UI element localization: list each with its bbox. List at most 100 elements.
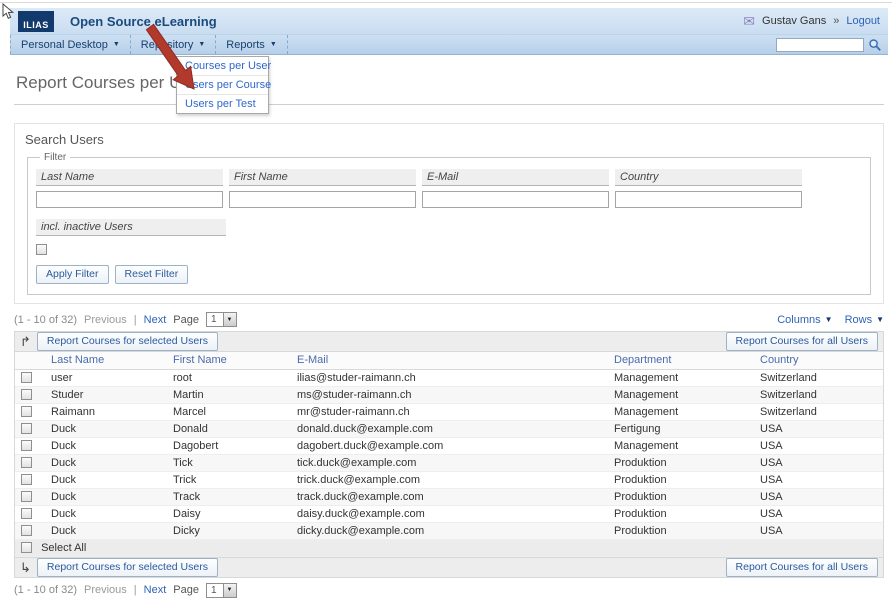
column-header-last-name[interactable]: Last Name bbox=[45, 352, 167, 369]
apply-filter-button[interactable]: Apply Filter bbox=[36, 265, 109, 284]
row-checkbox[interactable] bbox=[21, 372, 32, 383]
nav-tab-reports[interactable]: Reports ▼ bbox=[216, 35, 287, 54]
nav-tab-personal-desktop[interactable]: Personal Desktop ▼ bbox=[10, 35, 131, 54]
filter-field-last-name: Last Name bbox=[36, 169, 223, 208]
column-header-email[interactable]: E-Mail bbox=[291, 352, 608, 369]
view-controls: Columns ▼ Rows ▼ bbox=[777, 314, 884, 326]
result-range: (1 - 10 of 32) bbox=[14, 314, 77, 326]
menu-item-users-per-test[interactable]: Users per Test bbox=[177, 95, 268, 113]
report-all-users-button-top[interactable]: Report Courses for all Users bbox=[726, 332, 878, 351]
cell-last-name: Duck bbox=[45, 471, 167, 488]
cell-department: Produktion bbox=[608, 454, 754, 471]
row-checkbox[interactable] bbox=[21, 508, 32, 519]
ilias-logo[interactable]: ILIAS bbox=[18, 11, 54, 32]
cell-country: USA bbox=[754, 471, 883, 488]
chevron-down-icon: ▼ bbox=[223, 584, 236, 597]
cell-department: Management bbox=[608, 369, 754, 386]
cell-country: Switzerland bbox=[754, 403, 883, 420]
report-all-users-button-bottom[interactable]: Report Courses for all Users bbox=[726, 558, 878, 577]
table-row: Duck Dicky dicky.duck@example.com Produk… bbox=[15, 522, 883, 539]
filter-field-first-name: First Name bbox=[229, 169, 416, 208]
cell-department: Produktion bbox=[608, 488, 754, 505]
nav-tab-label: Reports bbox=[226, 39, 265, 51]
search-icon[interactable] bbox=[868, 38, 882, 52]
cell-last-name: Studer bbox=[45, 386, 167, 403]
window-top-border bbox=[0, 2, 892, 3]
page-label: Page bbox=[173, 314, 199, 326]
select-all-row: Select All bbox=[15, 539, 883, 556]
cell-first-name: Marcel bbox=[167, 403, 291, 420]
mail-icon[interactable]: ✉ bbox=[743, 14, 755, 28]
inactive-users-checkbox-row bbox=[36, 243, 862, 255]
filter-field-country: Country bbox=[615, 169, 802, 208]
page-select[interactable]: 1 ▼ bbox=[206, 583, 237, 598]
rows-selector[interactable]: Rows ▼ bbox=[845, 314, 884, 326]
table-row: Duck Dagobert dagobert.duck@example.com … bbox=[15, 437, 883, 454]
column-header-country[interactable]: Country bbox=[754, 352, 883, 369]
filter-legend: Filter bbox=[40, 152, 70, 163]
country-input[interactable] bbox=[615, 191, 802, 208]
cell-department: Management bbox=[608, 437, 754, 454]
row-checkbox[interactable] bbox=[21, 525, 32, 536]
cell-last-name: Duck bbox=[45, 522, 167, 539]
row-checkbox[interactable] bbox=[21, 389, 32, 400]
table-row: Duck Tick tick.duck@example.com Produkti… bbox=[15, 454, 883, 471]
row-checkbox[interactable] bbox=[21, 491, 32, 502]
previous-link[interactable]: Previous bbox=[84, 314, 127, 326]
row-checkbox[interactable] bbox=[21, 423, 32, 434]
title-divider bbox=[14, 104, 884, 105]
column-header-first-name[interactable]: First Name bbox=[167, 352, 291, 369]
reset-filter-button[interactable]: Reset Filter bbox=[115, 265, 189, 284]
panel-heading: Search Users bbox=[25, 132, 873, 147]
cell-country: Switzerland bbox=[754, 386, 883, 403]
cell-first-name: Track bbox=[167, 488, 291, 505]
cell-email: ilias@studer-raimann.ch bbox=[291, 369, 608, 386]
page-select[interactable]: 1 ▼ bbox=[206, 312, 237, 327]
email-input[interactable] bbox=[422, 191, 609, 208]
select-all-label: Select All bbox=[41, 542, 86, 554]
cell-last-name: Duck bbox=[45, 420, 167, 437]
table-row: Duck Track track.duck@example.com Produk… bbox=[15, 488, 883, 505]
annotation-arrow-icon bbox=[138, 19, 200, 97]
report-selected-users-button-top[interactable]: Report Courses for selected Users bbox=[37, 332, 218, 351]
rows-label: Rows bbox=[845, 314, 873, 326]
table-header-row: Last Name First Name E-Mail Department C… bbox=[15, 352, 883, 369]
row-checkbox[interactable] bbox=[21, 406, 32, 417]
row-checkbox[interactable] bbox=[21, 474, 32, 485]
field-label: Last Name bbox=[36, 169, 223, 186]
mouse-cursor-icon bbox=[2, 3, 16, 21]
pagination-separator: | bbox=[134, 314, 137, 326]
pagination-separator: | bbox=[134, 584, 137, 596]
select-all-checkbox[interactable] bbox=[21, 542, 32, 553]
cell-first-name: Martin bbox=[167, 386, 291, 403]
page-label: Page bbox=[173, 584, 199, 596]
cell-email: dicky.duck@example.com bbox=[291, 522, 608, 539]
cell-country: USA bbox=[754, 437, 883, 454]
next-link[interactable]: Next bbox=[144, 584, 167, 596]
columns-label: Columns bbox=[777, 314, 820, 326]
previous-link[interactable]: Previous bbox=[84, 584, 127, 596]
table-row: Studer Martin ms@studer-raimann.ch Manag… bbox=[15, 386, 883, 403]
filter-field-email: E-Mail bbox=[422, 169, 609, 208]
columns-selector[interactable]: Columns ▼ bbox=[777, 314, 832, 326]
cell-country: USA bbox=[754, 454, 883, 471]
search-input[interactable] bbox=[776, 38, 864, 52]
next-link[interactable]: Next bbox=[144, 314, 167, 326]
cell-country: Switzerland bbox=[754, 369, 883, 386]
logout-link[interactable]: Logout bbox=[846, 15, 880, 27]
field-label: First Name bbox=[229, 169, 416, 186]
first-name-input[interactable] bbox=[229, 191, 416, 208]
application-window: ILIAS Open Source eLearning ✉ Gustav Gan… bbox=[10, 8, 888, 598]
row-checkbox[interactable] bbox=[21, 440, 32, 451]
cell-department: Fertigung bbox=[608, 420, 754, 437]
user-logout-separator: » bbox=[833, 15, 839, 27]
inactive-users-checkbox[interactable] bbox=[36, 244, 47, 255]
filter-fields: Last Name First Name E-Mail Country bbox=[36, 169, 862, 208]
nav-tab-label: Personal Desktop bbox=[21, 39, 108, 51]
cell-last-name: Duck bbox=[45, 488, 167, 505]
row-checkbox[interactable] bbox=[21, 457, 32, 468]
cell-email: dagobert.duck@example.com bbox=[291, 437, 608, 454]
last-name-input[interactable] bbox=[36, 191, 223, 208]
report-selected-users-button-bottom[interactable]: Report Courses for selected Users bbox=[37, 558, 218, 577]
column-header-department[interactable]: Department bbox=[608, 352, 754, 369]
